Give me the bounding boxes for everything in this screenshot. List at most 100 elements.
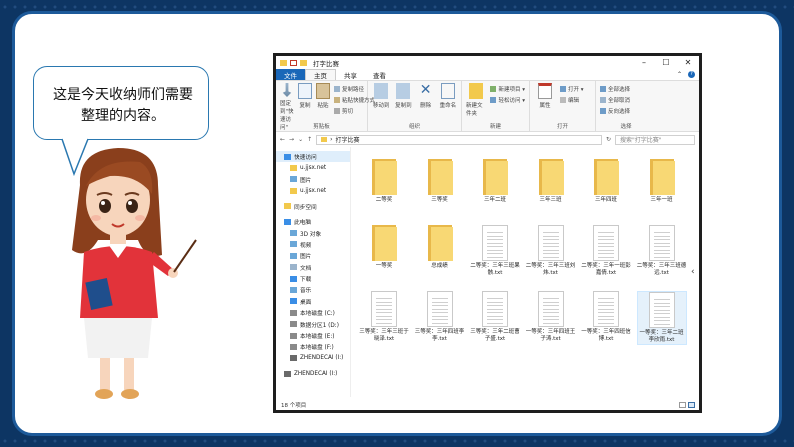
paste-shortcut-icon — [334, 97, 340, 103]
nav-item[interactable]: 3D 对象 — [276, 227, 350, 238]
nav-item[interactable]: 视频 — [276, 239, 350, 250]
file-item[interactable]: 一等奖：三年二班李欣雨.txt — [636, 291, 687, 345]
open-button[interactable]: 打开 ▾ — [560, 85, 584, 93]
nav-item[interactable]: 文档 — [276, 262, 350, 273]
tab-share[interactable]: 共享 — [336, 69, 365, 80]
file-item[interactable]: 二等奖：三年一班彭嘉倩.txt — [581, 225, 631, 277]
up-arrow-icon[interactable]: ↑ — [307, 136, 312, 143]
refresh-icon[interactable]: ↻ — [606, 136, 611, 143]
sync-folder-icon — [284, 203, 291, 210]
nav-item-label: 视频 — [300, 242, 312, 249]
speech-bubble: 这是今天收纳师们需要整理的内容。 — [33, 66, 209, 140]
folder-item[interactable]: 三等奖 — [415, 159, 465, 204]
ribbon-group-open: 属性 打开 ▾ 编辑 打开 — [530, 81, 596, 131]
tab-file[interactable]: 文件 — [276, 69, 305, 80]
folder-item[interactable]: 一等奖 — [359, 225, 409, 270]
desktop-icon — [290, 298, 297, 305]
folder-item[interactable]: 三年三班 — [526, 159, 576, 204]
download-icon — [290, 275, 297, 282]
file-name: 三年三班 — [539, 197, 562, 203]
address-field[interactable]: › 打字比赛 — [316, 134, 602, 145]
nav-item-label: 桌面 — [300, 299, 312, 306]
copy-icon — [298, 83, 312, 99]
nav-item-label: 数据分区1 (D:) — [300, 322, 339, 329]
nav-item[interactable]: ZHENDECAI (I:) — [276, 368, 350, 379]
nav-item[interactable]: u.jjsx.net — [276, 185, 350, 196]
nav-item[interactable]: 桌面 — [276, 296, 350, 307]
recent-locations-icon[interactable]: ⌄ — [298, 136, 303, 143]
select-none-button[interactable]: 全部取消 — [600, 96, 630, 104]
folder-item[interactable]: 三年四班 — [581, 159, 631, 204]
document-icon — [290, 264, 297, 271]
select-none-icon — [600, 97, 606, 103]
details-view-icon[interactable] — [679, 402, 686, 408]
invert-selection-button[interactable]: 反向选择 — [600, 107, 630, 115]
nav-item-label: u.jjsx.net — [300, 165, 327, 172]
file-item[interactable]: 二等奖：三年三班德远.txt — [637, 225, 687, 277]
easy-access-button[interactable]: 轻松访问 ▾ — [490, 96, 525, 104]
nav-item-label: 音乐 — [300, 288, 312, 295]
nav-item-label: 此电脑 — [294, 220, 312, 227]
maximize-button[interactable]: ☐ — [655, 58, 677, 67]
folder-item[interactable]: 三年一班 — [637, 159, 687, 204]
nav-item-label: 本地磁盘 (E:) — [300, 334, 335, 341]
nav-item[interactable]: u.jjsx.net — [276, 162, 350, 173]
file-item[interactable]: 二等奖：三年三班果骸.txt — [470, 225, 520, 277]
copy-path-icon — [334, 86, 340, 92]
nav-item[interactable]: 音乐 — [276, 284, 350, 295]
forward-arrow-icon[interactable]: → — [289, 136, 294, 143]
tab-view[interactable]: 查看 — [365, 69, 394, 80]
nav-item[interactable]: 图片 — [276, 174, 350, 185]
tab-home[interactable]: 主页 — [305, 69, 336, 80]
open-icon — [560, 86, 566, 92]
nav-item-label: 图片 — [300, 177, 312, 184]
close-button[interactable]: ✕ — [677, 58, 699, 67]
file-item[interactable]: 一等奖：三年四班信博.txt — [581, 291, 631, 343]
group-label-new: 新建 — [489, 124, 501, 130]
nav-item[interactable]: 本地磁盘 (F:) — [276, 341, 350, 352]
minimize-button[interactable]: – — [633, 58, 655, 67]
file-item[interactable]: 一等奖：三年四班王子涛.txt — [526, 291, 576, 343]
large-icons-view-icon[interactable] — [688, 402, 695, 408]
folder-icon — [425, 159, 455, 195]
file-name: 三年二班 — [483, 197, 506, 203]
file-item[interactable]: 三等奖：三年二班曹子盛.txt — [470, 291, 520, 343]
check-icon[interactable] — [290, 59, 297, 66]
nav-item[interactable]: 本地磁盘 (E:) — [276, 330, 350, 341]
select-all-button[interactable]: 全部选择 — [600, 85, 630, 93]
nav-item[interactable]: 同步空间 — [276, 201, 350, 212]
drive-icon — [290, 309, 297, 316]
back-arrow-icon[interactable]: ← — [280, 136, 285, 143]
file-item[interactable]: 三等奖：三年三班于晓泽.txt — [359, 291, 409, 343]
nav-item[interactable]: 图片 — [276, 250, 350, 261]
nav-item-label: 图片 — [300, 254, 312, 261]
folder-item[interactable]: 三年二班 — [470, 159, 520, 204]
nav-item[interactable]: 数据分区1 (D:) — [276, 318, 350, 329]
nav-item[interactable]: 下载 — [276, 273, 350, 284]
collapse-arrow-icon[interactable]: ‹ — [691, 267, 699, 287]
nav-item-label: 下载 — [300, 277, 312, 284]
nav-item-label: 3D 对象 — [300, 231, 322, 238]
drive-icon — [290, 343, 297, 350]
search-placeholder: 搜索"打字比赛" — [620, 137, 662, 144]
folder-item[interactable]: 二等奖 — [359, 159, 409, 204]
scissors-icon — [334, 108, 340, 114]
new-item-button[interactable]: 新建项目 ▾ — [490, 85, 525, 93]
folder-item[interactable]: 总成绩 — [415, 225, 465, 270]
edit-button[interactable]: 编辑 — [560, 96, 584, 104]
help-icon[interactable]: ? — [688, 71, 695, 78]
nav-item[interactable]: 本地磁盘 (C:) — [276, 307, 350, 318]
picture-icon — [290, 176, 297, 183]
nav-item[interactable]: 快速访问 — [276, 151, 350, 163]
picture-icon — [290, 252, 297, 259]
nav-item[interactable]: 此电脑 — [276, 216, 350, 227]
file-item[interactable]: 三等奖：三年四班李李.txt — [415, 291, 465, 343]
bottom-dot-pattern — [0, 436, 794, 446]
collapse-ribbon-icon[interactable]: ⌃ — [677, 71, 682, 78]
search-field[interactable]: 搜索"打字比赛" — [615, 134, 695, 145]
nav-item[interactable]: ZHENDECAI (I:) — [276, 353, 350, 364]
text-file-icon — [482, 291, 508, 327]
file-item[interactable]: 二等奖：三年三班刘炜.txt — [526, 225, 576, 277]
folder-icon — [536, 159, 566, 195]
speech-bubble-tail — [61, 138, 89, 177]
